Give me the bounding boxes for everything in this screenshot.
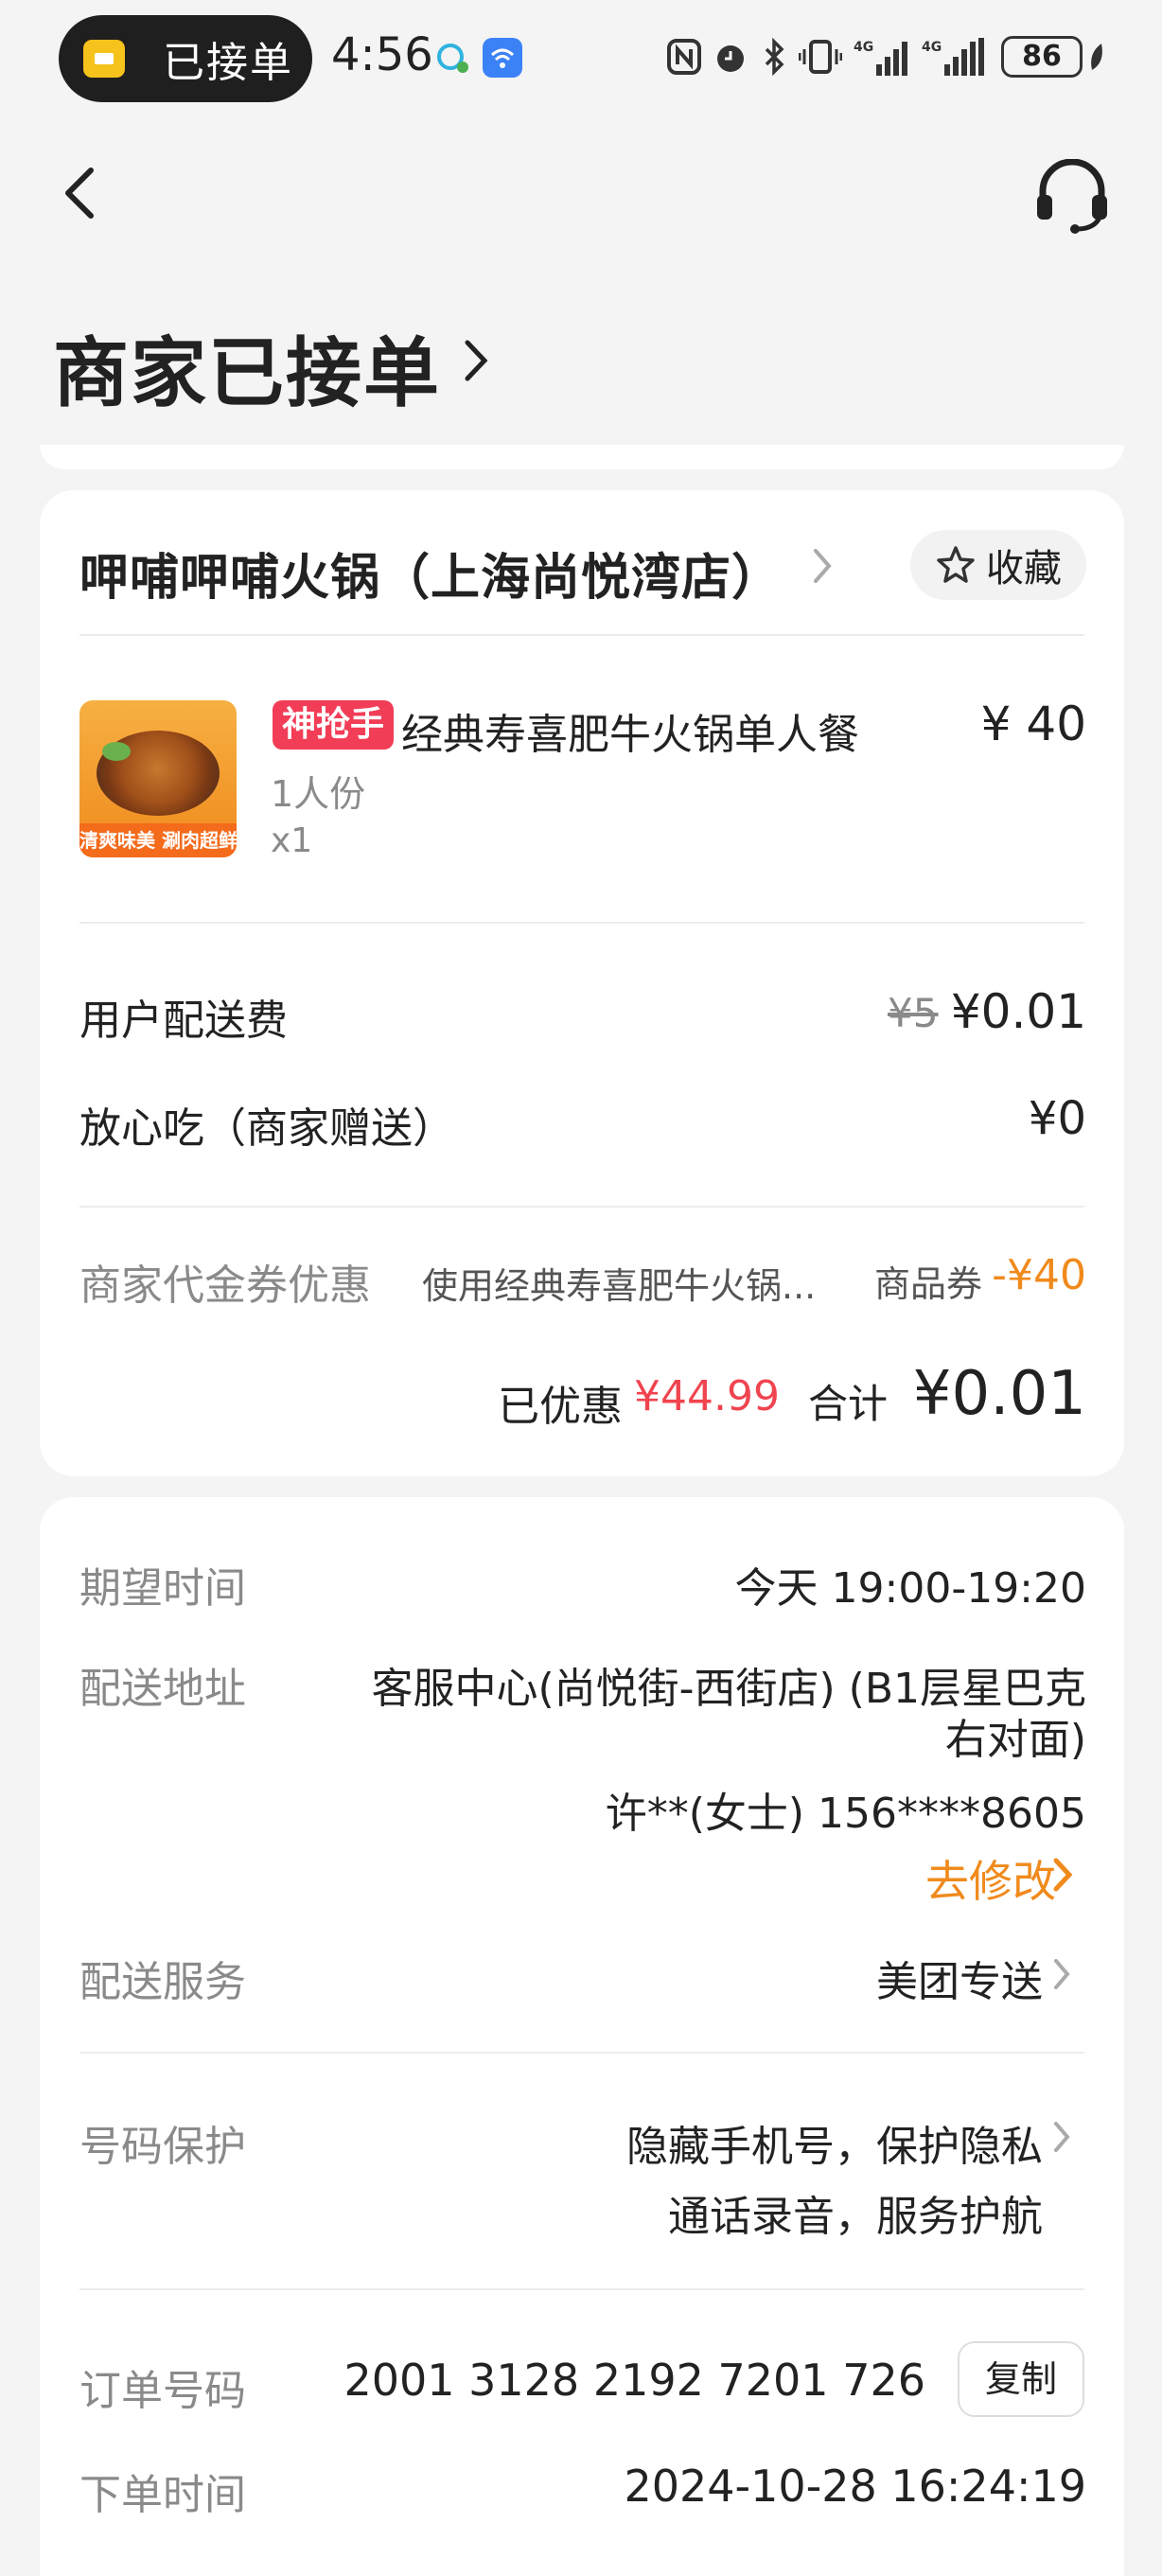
store-name[interactable]: 呷哺呷哺火锅（上海尚悦湾店） [79, 538, 782, 609]
coupon-type: 商品券 [874, 1263, 983, 1305]
delivery-service-label: 配送服务 [79, 1958, 246, 2006]
product-image[interactable]: 清爽味美 涮肉超鲜 [79, 700, 237, 857]
discount-value: ¥44.99 [634, 1372, 780, 1420]
order-card [40, 490, 1124, 1476]
store-chevron-right-icon[interactable] [810, 545, 835, 587]
meituan-app-icon [83, 40, 125, 78]
privacy-line-2: 通话录音，服务护航 [668, 2193, 1043, 2241]
delivery-fee-label: 用户配送费 [79, 997, 288, 1045]
wifi-app-icon [483, 38, 522, 78]
privacy-chevron-right-icon[interactable] [1050, 2116, 1073, 2158]
product-name[interactable]: 经典寿喜肥牛火锅单人餐 [401, 700, 859, 761]
total-label: 合计 [808, 1381, 889, 1427]
chat-bubble-icon [437, 44, 468, 73]
charging-leaf-icon [1091, 44, 1102, 70]
coupon-description: 使用经典寿喜肥牛火锅... [422, 1265, 817, 1307]
svg-text:4G: 4G [922, 40, 942, 55]
divider [79, 922, 1084, 924]
address-line-2: 右对面) [944, 1716, 1086, 1764]
active-order-pill[interactable]: 已接单 [59, 15, 312, 102]
product-spec: 1人份 [271, 773, 366, 815]
pill-label: 已接单 [163, 39, 293, 87]
svg-text:4G: 4G [854, 40, 873, 55]
service-chevron-right-icon[interactable] [1050, 1953, 1073, 1995]
delivery-fee-price: ¥0.01 [950, 984, 1086, 1039]
total-value: ¥0.01 [912, 1359, 1086, 1429]
signal-4g-icon-2: 4G [922, 38, 984, 76]
signal-4g-icon-1: 4G [854, 40, 907, 76]
address-label: 配送地址 [79, 1665, 246, 1713]
order-number: 2001 3128 2192 7201 726 [343, 2355, 925, 2406]
vibrate-icon [799, 40, 842, 74]
product-price: ¥ 40 [980, 697, 1086, 751]
expected-time-label: 期望时间 [79, 1564, 246, 1613]
privacy-label: 号码保护 [79, 2123, 246, 2171]
divider [79, 634, 1084, 636]
order-time-value: 2024-10-28 16:24:19 [624, 2461, 1086, 2512]
favorite-label: 收藏 [986, 547, 1062, 591]
delivery-fee-original: ¥5 [888, 990, 939, 1036]
contact-info: 许**(女士) 156****8605 [605, 1790, 1086, 1838]
delivery-service-value[interactable]: 美团专送 [876, 1948, 1043, 2008]
assurance-price: ¥0 [1028, 1092, 1086, 1145]
collapsed-card-edge [40, 445, 1124, 469]
divider [79, 1206, 1084, 1208]
promo-tag: 神抢手 [273, 700, 395, 750]
garnish-graphic [102, 742, 131, 761]
coupon-label: 商家代金券优惠 [79, 1262, 371, 1310]
status-time: 4:56 [331, 28, 433, 81]
alarm-icon [717, 45, 744, 72]
star-icon [937, 546, 975, 583]
assurance-label: 放心吃（商家赠送） [79, 1104, 454, 1153]
product-image-caption: 清爽味美 涮肉超鲜 [79, 823, 237, 857]
chevron-right-icon[interactable] [462, 337, 490, 384]
battery-indicator: 86 [1001, 36, 1083, 78]
modify-address-link[interactable]: 去修改 [925, 1847, 1056, 1910]
back-arrow-icon[interactable] [57, 163, 106, 223]
divider [79, 2052, 1084, 2054]
discount-label: 已优惠 [498, 1383, 623, 1431]
favorite-button[interactable]: 收藏 [910, 530, 1086, 600]
product-quantity: x1 [271, 821, 313, 860]
order-number-label: 订单号码 [79, 2367, 246, 2415]
modify-chevron-right-icon[interactable] [1050, 1853, 1075, 1897]
expected-time-value: 今天 19:00-19:20 [734, 1564, 1086, 1613]
order-time-label: 下单时间 [79, 2471, 246, 2519]
bluetooth-icon [765, 38, 784, 76]
privacy-line-1[interactable]: 隐藏手机号，保护隐私 [626, 2112, 1043, 2173]
copy-button[interactable]: 复制 [958, 2341, 1084, 2417]
page-title[interactable]: 商家已接单 [53, 312, 441, 422]
nfc-icon [667, 39, 701, 75]
customer-service-headset-icon[interactable] [1033, 159, 1111, 235]
coupon-amount: -¥40 [992, 1251, 1086, 1299]
divider [79, 2288, 1084, 2290]
